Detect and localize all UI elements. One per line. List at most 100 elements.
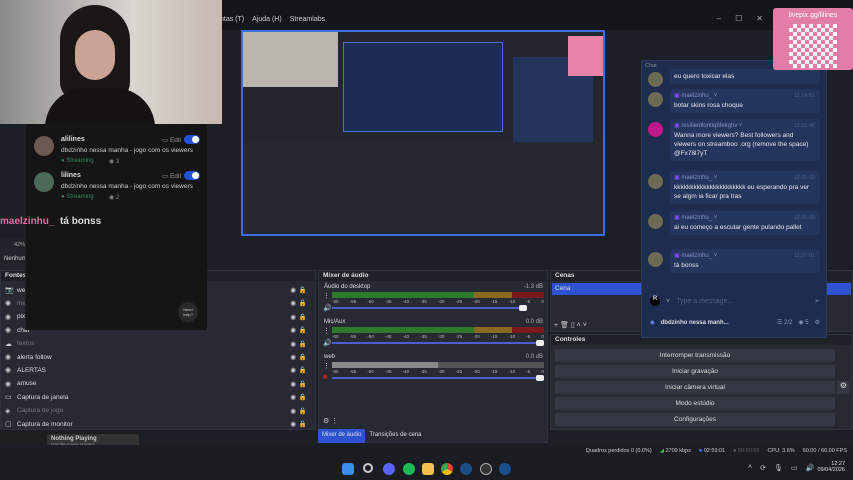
chevron-down-icon[interactable]: ˅ bbox=[666, 298, 670, 305]
chat-input[interactable]: Type a message... bbox=[676, 298, 808, 305]
steam-icon[interactable] bbox=[460, 463, 472, 475]
eye-icon[interactable]: ◉ bbox=[290, 380, 296, 388]
meter-tick: -55 bbox=[349, 334, 357, 339]
stop-streaming-button[interactable]: Interromper transmissão bbox=[555, 349, 835, 362]
minimize-button[interactable]: – bbox=[717, 14, 721, 23]
studio-mode-button[interactable]: Modo estúdio bbox=[555, 397, 835, 410]
meter-tick: -60 bbox=[332, 369, 339, 374]
meter-tick: -10 bbox=[508, 334, 516, 339]
mixer-channel: web 0.0 dB ⋮ -60 -55 -50 -45 -40 -35 -30 -25 -20-… bbox=[322, 354, 547, 387]
eye-icon[interactable]: ◉ bbox=[290, 366, 296, 374]
chat-viewers: ◉ 5 bbox=[798, 320, 809, 326]
source-item[interactable]: ◈ Captura de jogo ◉ 🔒 bbox=[5, 405, 310, 417]
volume-slider[interactable] bbox=[332, 340, 544, 346]
tab-scene-transitions[interactable]: Transições de cena bbox=[365, 429, 425, 443]
start-icon[interactable] bbox=[342, 463, 354, 475]
meter-tick: -20 bbox=[473, 334, 480, 339]
volume-slider[interactable] bbox=[332, 305, 528, 311]
stream-title: dbdzinho nessa manha - jogo com os viewe… bbox=[61, 147, 193, 154]
lock-icon[interactable]: 🔒 bbox=[299, 407, 307, 415]
menu-streamlabs[interactable]: Streamlabs bbox=[290, 16, 325, 23]
eye-off-icon[interactable]: ◉ bbox=[290, 299, 296, 307]
stream-logo-icon: ◆ bbox=[650, 320, 655, 326]
eye-icon[interactable]: ◉ bbox=[290, 353, 296, 361]
chat-settings-icon[interactable]: ⚙ bbox=[815, 319, 820, 326]
unlock-icon[interactable]: 🔒 bbox=[299, 299, 307, 307]
discord-icon[interactable] bbox=[383, 463, 395, 475]
chrome-icon[interactable] bbox=[441, 463, 453, 475]
eye-icon[interactable]: ◉ bbox=[290, 286, 296, 294]
meter-tick: 0 bbox=[541, 334, 544, 339]
eye-off-icon[interactable]: ◉ bbox=[290, 340, 296, 348]
menu-help[interactable]: Ajuda (H) bbox=[252, 16, 282, 23]
source-item[interactable]: ☁ textos ◉ 🔒 bbox=[5, 338, 310, 350]
menu-tools[interactable]: ntas (T) bbox=[220, 16, 244, 23]
meter-tick: -50 bbox=[367, 299, 374, 304]
start-virtual-camera-button[interactable]: Iniciar câmera virtual bbox=[555, 381, 835, 394]
unlock-icon[interactable]: 🔒 bbox=[299, 420, 307, 428]
gamepad-icon: ◈ bbox=[5, 407, 11, 415]
unlock-icon[interactable]: 🔒 bbox=[299, 326, 307, 334]
lock-icon[interactable]: 🔒 bbox=[299, 393, 307, 401]
close-button[interactable]: ✕ bbox=[756, 14, 763, 23]
channel-menu-icon[interactable]: ⋮ bbox=[323, 362, 330, 370]
speaker-icon[interactable]: 🔊 bbox=[323, 304, 332, 312]
search-icon[interactable] bbox=[363, 463, 373, 473]
steam-icon[interactable] bbox=[499, 463, 511, 475]
stream-manager-popup: alilines ▭ Edit dbdzinho nessa manha - j… bbox=[25, 124, 207, 330]
fps: 60.00 / 60.00 FPS bbox=[802, 448, 847, 454]
dropped-frames: Quadros perdidos 0 (0.0%) bbox=[585, 448, 652, 454]
channel-menu-icon[interactable]: ⋮ bbox=[323, 327, 330, 335]
browser-icon: ◉ bbox=[5, 380, 12, 388]
eye-icon[interactable]: ◉ bbox=[290, 420, 296, 428]
meter-tick: -40 bbox=[402, 369, 410, 374]
maximize-button[interactable]: ☐ bbox=[735, 14, 742, 23]
chat-timestamp: 12:14:51 bbox=[793, 93, 815, 99]
speaker-icon[interactable]: 🔊 bbox=[323, 339, 332, 347]
account-r-icon[interactable]: R bbox=[650, 296, 660, 306]
send-icon[interactable]: ➤ bbox=[814, 297, 820, 305]
meter-tick: -20 bbox=[473, 369, 480, 374]
eye-icon[interactable]: ◉ bbox=[290, 326, 296, 334]
system-tray[interactable]: ˄ ⟳ 🎙 ▭ 🔊 bbox=[748, 464, 814, 472]
stream-toggle[interactable] bbox=[184, 135, 200, 144]
start-recording-button[interactable]: Iniciar gravação bbox=[555, 365, 835, 378]
channel-menu-icon[interactable]: ⋮ bbox=[323, 292, 330, 300]
muted-speaker-icon[interactable]: ■ bbox=[323, 374, 327, 381]
chat-dock: Chat eu quero toxicar elas ▣ maelzinhu_ ˅… bbox=[641, 60, 827, 338]
obs-icon[interactable] bbox=[480, 463, 492, 475]
unlock-icon[interactable]: 🔒 bbox=[299, 366, 307, 374]
mixer-settings-icon[interactable]: ⚙ ⋮ bbox=[323, 417, 338, 425]
chat-text: eu quero toxicar elas bbox=[674, 73, 735, 80]
source-item[interactable]: ◉ amuse ◉ 🔒 bbox=[5, 378, 310, 390]
volume-slider[interactable] bbox=[332, 375, 544, 381]
file-explorer-icon[interactable] bbox=[422, 463, 434, 475]
need-help-button[interactable]: Need help? bbox=[178, 302, 198, 322]
source-item[interactable]: ◉ alerta follow ◉ 🔒 bbox=[5, 351, 310, 363]
chat-text: tá bonss bbox=[674, 262, 699, 269]
tab-audio-mixer[interactable]: Mixer de áudio bbox=[318, 429, 366, 443]
eye-icon[interactable]: ◉ bbox=[290, 393, 296, 401]
unlock-icon[interactable]: 🔒 bbox=[299, 286, 307, 294]
spotify-icon[interactable] bbox=[403, 463, 415, 475]
eye-icon[interactable]: ◉ bbox=[290, 313, 296, 321]
eye-off-icon[interactable]: ◉ bbox=[290, 407, 296, 415]
edit-button[interactable]: ▭ Edit bbox=[162, 172, 181, 180]
unlock-icon[interactable]: 🔒 bbox=[299, 380, 307, 388]
unlock-icon[interactable]: 🔒 bbox=[299, 340, 307, 348]
source-item[interactable]: ▢ Captura de monitor ◉ 🔒 bbox=[5, 418, 310, 430]
source-item[interactable]: ◉ ALERTAS ◉ 🔒 bbox=[5, 364, 310, 376]
stream-preview[interactable] bbox=[241, 30, 605, 236]
clock-date: 09/04/2026 bbox=[817, 467, 845, 473]
virtual-camera-settings-icon[interactable]: ⚙ bbox=[837, 381, 850, 394]
edit-button[interactable]: ▭ Edit bbox=[162, 136, 181, 144]
unlock-icon[interactable]: 🔒 bbox=[299, 353, 307, 361]
stream-toggle[interactable] bbox=[184, 171, 200, 180]
settings-button[interactable]: Configurações bbox=[555, 413, 835, 426]
stream-status: ● Streaming bbox=[61, 158, 94, 164]
scene-toolbar[interactable]: + 🗑 ▯ ˄ ˅ bbox=[554, 321, 587, 329]
browser-icon: ◉ bbox=[5, 313, 12, 321]
unlock-icon[interactable]: 🔒 bbox=[299, 313, 307, 321]
source-item[interactable]: ▭ Captura de janela ◉ 🔒 bbox=[5, 391, 310, 403]
meter-tick: -45 bbox=[384, 299, 392, 304]
